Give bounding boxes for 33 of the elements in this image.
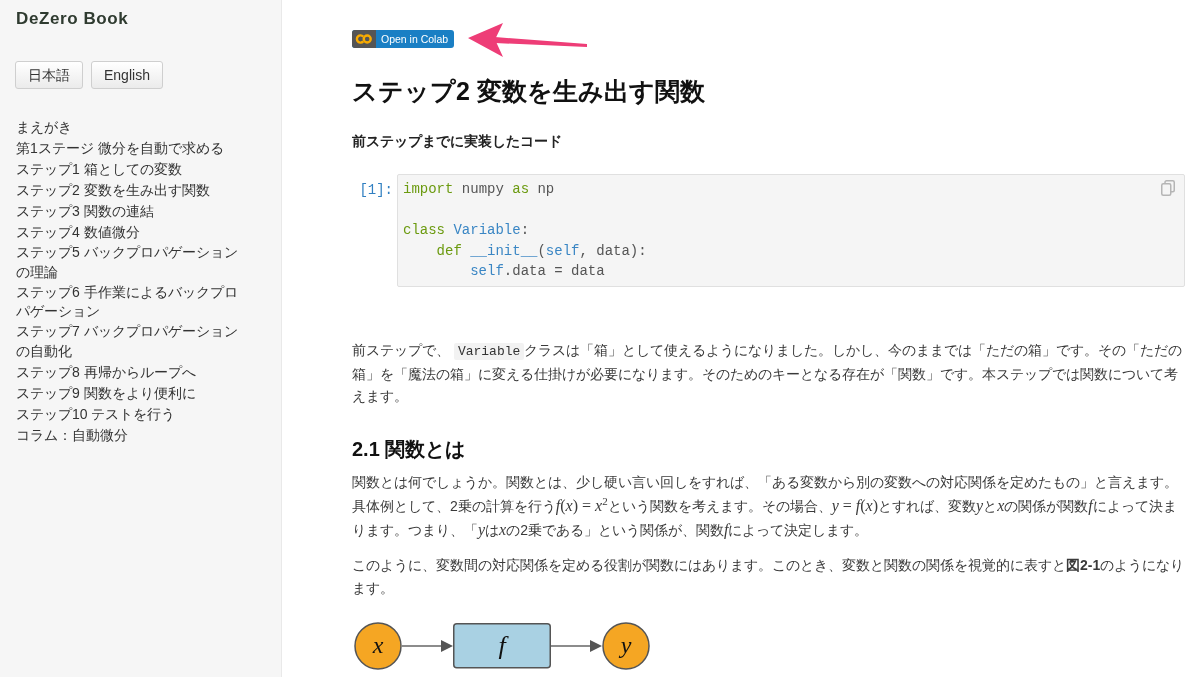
section-heading: 2.1 関数とは	[352, 436, 466, 462]
site-title: DeZero Book	[16, 9, 129, 29]
connector-arrow	[550, 639, 602, 652]
language-button[interactable]: English	[91, 61, 163, 89]
language-button[interactable]: 日本語	[15, 61, 83, 89]
nav-link[interactable]: ステップ4 数値微分	[16, 223, 140, 243]
copy-icon[interactable]	[1161, 180, 1175, 196]
cell-prompt: [1]:	[359, 181, 393, 200]
nav-link[interactable]: ステップ2 変数を生み出す関数	[16, 181, 210, 201]
nav-link[interactable]: ステップ6 手作業によるバックプロパゲーション	[16, 282, 244, 322]
connector-arrow	[401, 639, 453, 652]
rings-icon	[352, 30, 376, 48]
subheading: 前ステップまでに実装したコード	[352, 132, 562, 151]
paragraph: 関数とは何でしょうか。関数とは、少し硬い言い回しをすれば、「ある変数から別の変数への対応関係を定めたもの」と言えます。具体例として、2乗の計算を行うf(x) = x$^{2}$ という関数を考えます。その場合、y = f(x)とすれば、変数yとxの関係が関数fによって決まります。つまり、「yはxの2乗である」という関係が、関数fによって決定します。	[352, 472, 1179, 541]
arrow-icon	[466, 20, 590, 60]
variable-node: y	[602, 621, 650, 670]
nav-link[interactable]: ステップ7 バックプロパゲーションの自動化	[16, 322, 244, 362]
variable-node: x	[354, 621, 402, 670]
nav-link[interactable]: ステップ8 再帰からループへ	[16, 362, 196, 383]
nav-link[interactable]: コラム：自動微分	[16, 425, 128, 446]
nav-link[interactable]: ステップ10 テストを行う	[16, 404, 176, 425]
nav-link[interactable]: まえがき	[16, 118, 72, 138]
open-link[interactable]: Open in Colab	[352, 30, 455, 48]
page-title: ステップ2 変数を生み出す関数	[352, 76, 705, 107]
nav-link[interactable]: ステップ1 箱としての変数	[16, 160, 182, 180]
code-text: import numpy as np class Variable: def __init__(self, data): self.data = data	[403, 180, 647, 281]
nav-link[interactable]: ステップ5 バックプロパゲーションの理論	[16, 243, 244, 283]
nav-link[interactable]: ステップ3 関数の連結	[16, 202, 154, 222]
paragraph: このように、変数間の対応関係を定める役割が関数にはあります。このとき、変数と関数の関係を視覚的に表すと図2-1のようになります。	[352, 555, 1185, 598]
function-node: f	[453, 622, 551, 668]
nav-link[interactable]: 第1ステージ 微分を自動で求める	[16, 139, 224, 159]
paragraph: 前ステップで、 Variable クラスは「箱」として使えるようになりました。しかし、今のままでは「ただの箱」です。その「ただの箱」を「魔法の箱」に変える仕掛けが必要になります。そのためのキーとなる存在が「関数」です。本ステップでは関数について考えます。	[352, 340, 1184, 406]
nav-link[interactable]: ステップ9 関数をより便利に	[16, 383, 196, 404]
